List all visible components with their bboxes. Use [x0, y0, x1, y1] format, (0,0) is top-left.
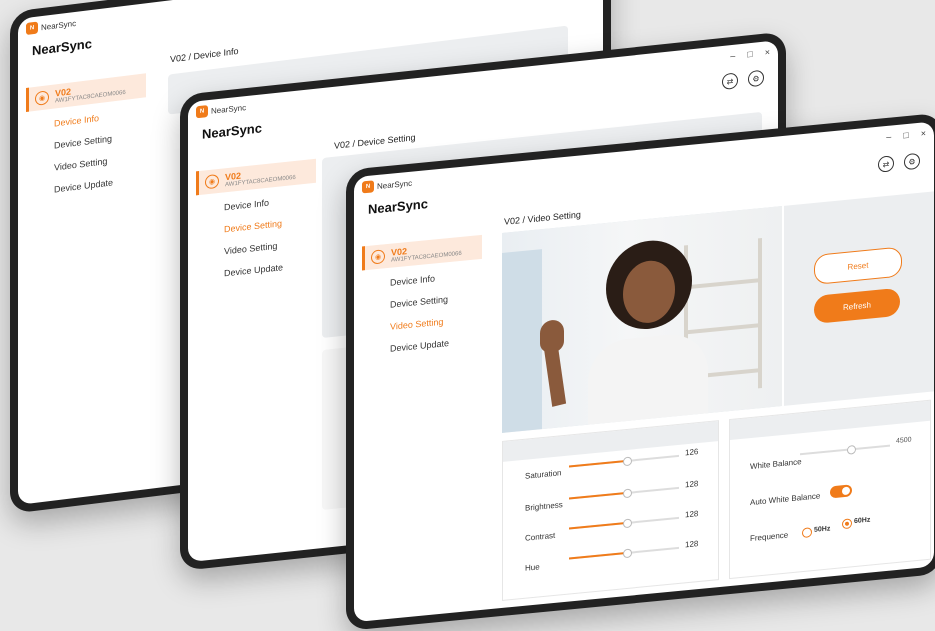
- slider-knob[interactable]: [623, 456, 633, 467]
- slider-label: Saturation: [525, 468, 562, 481]
- frequence-label: Frequence: [750, 530, 789, 544]
- slider-value: 128: [685, 509, 699, 520]
- breadcrumb: V02 / Device Info: [170, 45, 239, 65]
- slider-track[interactable]: [569, 454, 679, 468]
- refresh-button[interactable]: Refresh: [814, 287, 900, 324]
- minimize-button[interactable]: –: [730, 51, 735, 62]
- slider-knob[interactable]: [846, 444, 856, 455]
- white-balance-panel: White Balance 4500 Auto White Balance Fr…: [729, 399, 931, 580]
- wireless-icon: ◉: [35, 90, 49, 106]
- sidebar: ◉ V02 AW1FYTAC8CAEOM0066 Device Info Dev…: [26, 73, 146, 200]
- app-logo-icon: N: [196, 105, 208, 119]
- slider-value: 126: [685, 447, 699, 458]
- slider-knob[interactable]: [623, 488, 633, 499]
- auto-white-balance-label: Auto White Balance: [750, 491, 821, 508]
- sync-icon[interactable]: ⇄: [878, 155, 894, 173]
- app-logo-icon: N: [362, 180, 374, 194]
- slider-fill: [569, 492, 627, 500]
- radio-50hz[interactable]: [802, 527, 812, 539]
- app-name-small: NearSync: [41, 18, 77, 32]
- video-preview: [502, 206, 782, 433]
- wireless-icon: ◉: [205, 173, 219, 190]
- app-window: N NearSync – □ × NearSync ⇄ ⚙ ◉ V02 AW1F…: [354, 121, 934, 623]
- white-balance-value: 4500: [896, 436, 912, 446]
- slider-fill: [569, 522, 627, 530]
- slider-knob[interactable]: [623, 518, 633, 529]
- slider-label: Hue: [525, 562, 540, 573]
- tablet-video-setting: N NearSync – □ × NearSync ⇄ ⚙ ◉ V02 AW1F…: [346, 112, 935, 631]
- slider-fill: [569, 552, 627, 560]
- reset-button[interactable]: Reset: [814, 246, 902, 285]
- action-panel: Reset Refresh: [784, 191, 934, 406]
- sync-icon[interactable]: ⇄: [722, 72, 738, 91]
- white-balance-slider[interactable]: [800, 444, 890, 456]
- minimize-button[interactable]: –: [886, 131, 891, 141]
- slider-label: Contrast: [525, 530, 556, 543]
- close-button[interactable]: ×: [921, 128, 926, 139]
- slider-fill: [569, 460, 627, 468]
- maximize-button[interactable]: □: [903, 130, 908, 141]
- image-adjust-panel: Saturation 126 Brightness 128 Contrast 128 Hue…: [502, 420, 719, 601]
- white-balance-label: White Balance: [750, 457, 802, 472]
- breadcrumb: V02 / Device Setting: [334, 132, 416, 151]
- slider-knob[interactable]: [623, 548, 633, 559]
- slider-track[interactable]: [569, 516, 679, 530]
- sidebar: ◉ V02 AW1FYTAC8CAEOM0066 Device Info Dev…: [362, 234, 482, 359]
- slider-track[interactable]: [569, 486, 679, 500]
- app-name-small: NearSync: [377, 178, 413, 191]
- wireless-icon: ◉: [371, 249, 385, 265]
- person-body: [588, 331, 708, 433]
- radio-60hz-label: 60Hz: [854, 516, 871, 526]
- preview-curtain: [502, 249, 542, 433]
- person-hand: [540, 319, 564, 354]
- radio-60hz[interactable]: [842, 518, 852, 530]
- maximize-button[interactable]: □: [747, 49, 752, 60]
- radio-50hz-label: 50Hz: [814, 525, 831, 534]
- app-logo-icon: N: [26, 21, 38, 36]
- app-name-small: NearSync: [211, 102, 247, 116]
- slider-value: 128: [685, 479, 699, 490]
- slider-track[interactable]: [569, 546, 679, 560]
- gear-icon[interactable]: ⚙: [904, 152, 920, 171]
- close-button[interactable]: ×: [765, 47, 770, 58]
- slider-value: 128: [685, 539, 699, 550]
- slider-label: Brightness: [525, 500, 563, 513]
- gear-icon[interactable]: ⚙: [748, 69, 764, 88]
- auto-white-balance-toggle[interactable]: [830, 484, 852, 499]
- sidebar: ◉ V02 AW1FYTAC8CAEOM0066 Device Info Dev…: [196, 158, 316, 284]
- breadcrumb: V02 / Video Setting: [504, 209, 581, 227]
